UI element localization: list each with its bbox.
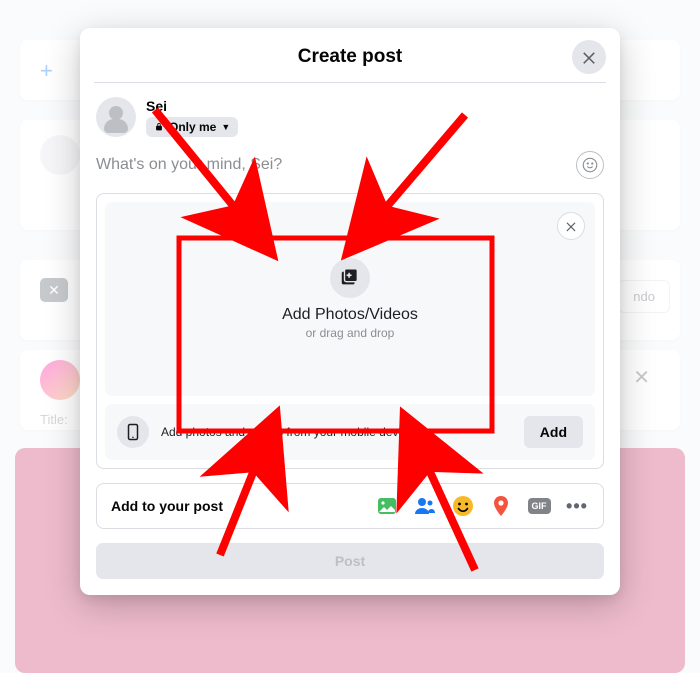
mobile-text: Add photos and videos from your mobile d… (161, 425, 512, 439)
gif-icon[interactable]: GIF (527, 494, 551, 518)
close-icon (564, 219, 578, 233)
photo-video-icon[interactable] (375, 494, 399, 518)
feeling-icon[interactable] (451, 494, 475, 518)
composer-placeholder[interactable]: What's on your mind, Sei? (96, 156, 282, 174)
add-media-icon (330, 258, 370, 298)
more-options-button[interactable]: ••• (565, 494, 589, 518)
close-modal-button[interactable] (572, 40, 606, 74)
author-name: Sei (146, 98, 238, 114)
location-icon[interactable] (489, 494, 513, 518)
close-icon (580, 48, 598, 66)
privacy-label: Only me (169, 120, 216, 134)
lock-icon (154, 122, 164, 132)
emoji-button[interactable] (576, 151, 604, 179)
add-photos-drop-zone[interactable]: Add Photos/Videos or drag and drop (105, 202, 595, 396)
modal-title: Create post (80, 46, 620, 68)
mobile-add-button[interactable]: Add (524, 416, 583, 448)
media-section: Add Photos/Videos or drag and drop Add p… (96, 193, 604, 469)
drop-title: Add Photos/Videos (282, 306, 418, 324)
author-row: Sei Only me ▼ (80, 83, 620, 143)
drop-zone-close-button[interactable] (557, 212, 585, 240)
smile-icon (581, 156, 599, 174)
composer-row: What's on your mind, Sei? (80, 143, 620, 193)
caret-down-icon: ▼ (221, 122, 230, 132)
attachment-toolbar: Add to your post GIF ••• (96, 483, 604, 529)
avatar (96, 97, 136, 137)
create-post-modal: Create post Sei Only me ▼ What's on your… (80, 28, 620, 595)
tag-people-icon[interactable] (413, 494, 437, 518)
attachment-label: Add to your post (111, 498, 375, 514)
mobile-add-row: Add photos and videos from your mobile d… (105, 404, 595, 460)
modal-header: Create post (80, 28, 620, 82)
post-button[interactable]: Post (96, 543, 604, 579)
drop-subtitle: or drag and drop (306, 326, 395, 340)
phone-icon (117, 416, 149, 448)
privacy-selector[interactable]: Only me ▼ (146, 117, 238, 137)
